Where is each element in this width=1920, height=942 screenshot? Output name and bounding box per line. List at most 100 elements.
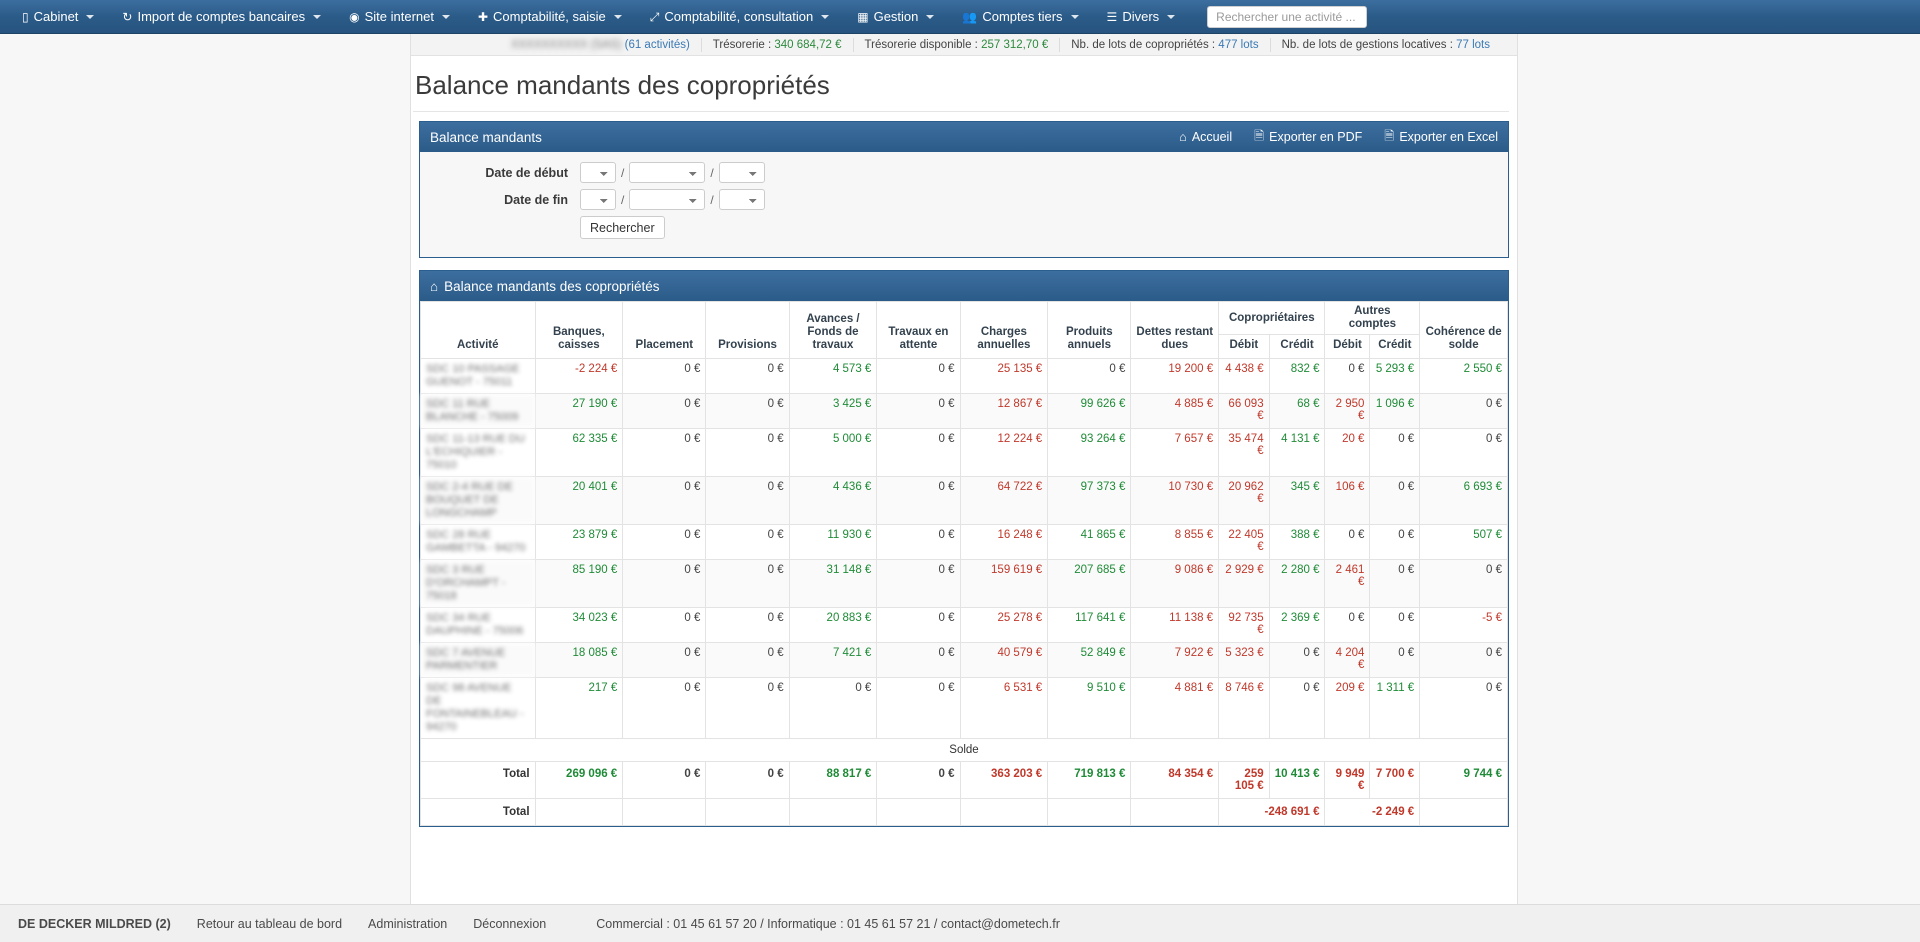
stat-lots-coproprietes-value: 477 lots <box>1218 38 1259 51</box>
row-cell: 0 € <box>1369 559 1421 608</box>
row-cell: 0 € <box>622 476 707 525</box>
row-cell: 12 224 € <box>959 428 1049 477</box>
total-cell: 9 949 € <box>1324 761 1371 799</box>
page-footer: DE DECKER MILDRED (2) Retour au tableau … <box>0 904 1920 942</box>
table-row[interactable]: SDC 11 RUE BLANCHE - 75009 27 190 €0 €0 €… <box>420 393 1508 429</box>
row-cell: 159 619 € <box>959 559 1049 608</box>
nav-item-import-comptes-bancaires[interactable]: ↻ Import de comptes bancaires <box>108 0 335 34</box>
date-separator: / <box>710 165 714 180</box>
balance-table-title-wrap: ⌂ Balance mandants des copropriétés <box>430 279 660 294</box>
row-cell: 0 € <box>705 393 790 429</box>
table-row[interactable]: SDC 3 RUE D'ORCHAMPT - 75018 85 190 €0 €0… <box>420 559 1508 608</box>
total-cell: 84 354 € <box>1130 761 1220 799</box>
nav-label-divers: Divers <box>1122 8 1160 24</box>
row-cell: 207 685 € <box>1047 559 1132 608</box>
nav-item-divers[interactable]: ☰ Divers <box>1093 0 1190 34</box>
table-row[interactable]: SDC 7 AVENUE PARMENTIER 18 085 €0 €0 €7 4… <box>420 642 1508 678</box>
accueil-button[interactable]: ⌂ Accueil <box>1179 130 1232 144</box>
row-cell: 0 € <box>1369 524 1421 560</box>
row-cell: 20 962 € <box>1218 476 1270 525</box>
empty-cell <box>876 798 961 826</box>
total2-coproprietaires: -248 691 € <box>1218 798 1326 826</box>
panel-actions: ⌂ Accueil 🗎 Exporter en PDF 🗎 Exporter e… <box>1179 127 1498 148</box>
stat-tresorerie-label: Trésorerie : <box>712 38 772 51</box>
row-cell: 0 € <box>1324 524 1371 560</box>
row-cell: 52 849 € <box>1047 642 1132 678</box>
col-autres-credit: Crédit <box>1369 334 1421 359</box>
footer-link-deconnexion[interactable]: Déconnexion <box>473 917 572 931</box>
empty-cell <box>534 798 624 826</box>
row-cell: 0 € <box>876 559 961 608</box>
footer-link-dashboard[interactable]: Retour au tableau de bord <box>197 917 368 931</box>
col-provisions: Provisions <box>705 301 790 359</box>
total-cell: 7 700 € <box>1369 761 1421 799</box>
total-label: Total <box>420 761 536 799</box>
search-input[interactable] <box>1207 5 1368 28</box>
chevron-down-icon <box>313 14 322 19</box>
row-cell: 5 323 € <box>1218 642 1270 678</box>
row-cell: 0 € <box>1419 642 1508 678</box>
footer-link-administration[interactable]: Administration <box>368 917 473 931</box>
date-fin-year-select[interactable] <box>718 189 765 210</box>
row-cell: 0 € <box>876 524 961 560</box>
row-cell: 92 735 € <box>1218 607 1270 643</box>
row-cell: 31 148 € <box>788 559 878 608</box>
col-dettes-restant-dues: Dettes restant dues <box>1130 301 1220 359</box>
row-cell: 97 373 € <box>1047 476 1132 525</box>
row-cell: 16 248 € <box>959 524 1049 560</box>
table-row[interactable]: SDC 2-4 RUE DE BOUQUET DE LONGCHAMP 20 40… <box>420 476 1508 525</box>
row-activite: SDC 3 RUE D'ORCHAMPT - 75018 <box>420 559 536 608</box>
nav-item-comptabilite-consultation[interactable]: ⤢ Comptabilité, consultation <box>636 0 843 34</box>
table-row[interactable]: SDC 98 AVENUE DE FONTAINEBLEAU - 94270 21… <box>420 677 1508 739</box>
nav-item-comptabilite-saisie[interactable]: ✚ Comptabilité, saisie <box>464 0 636 34</box>
row-cell: 2 550 € <box>1419 358 1508 394</box>
row-cell: 4 438 € <box>1218 358 1270 394</box>
nav-item-site-internet[interactable]: ◉ Site internet <box>335 0 464 34</box>
date-fin-label: Date de fin <box>504 192 568 207</box>
row-cell: 0 € <box>622 677 707 739</box>
search-panel-header: Balance mandants ⌂ Accueil 🗎 Exporter en… <box>420 122 1508 152</box>
date-debut-month-select[interactable] <box>629 162 706 183</box>
row-cell: 34 023 € <box>534 607 624 643</box>
date-separator: / <box>621 192 625 207</box>
row-cell: 217 € <box>534 677 624 739</box>
date-debut-day-select[interactable] <box>580 162 616 183</box>
nav-item-comptes-tiers[interactable]: 👥 Comptes tiers <box>948 0 1092 34</box>
group-autres-comptes: Autres comptes <box>1324 301 1421 335</box>
users-icon: 👥 <box>962 9 978 24</box>
export-pdf-button[interactable]: 🗎 Exporter en PDF <box>1254 127 1362 148</box>
row-activite: SDC 98 AVENUE DE FONTAINEBLEAU - 94270 <box>420 677 536 739</box>
table-row[interactable]: SDC 10 PASSAGE GUENOT - 75011 -2 224 €0 €… <box>420 358 1508 394</box>
export-excel-button[interactable]: 🗎 Exporter en Excel <box>1384 127 1498 148</box>
row-cell: 2 280 € <box>1268 559 1326 608</box>
stat-tresorerie: Trésorerie : 340 684,72 € <box>700 37 853 52</box>
nav-item-cabinet[interactable]: ▯ Cabinet <box>8 0 108 34</box>
chevron-down-icon <box>1167 14 1176 19</box>
row-cell: 0 € <box>1324 358 1371 394</box>
row-cell: 9 086 € <box>1130 559 1220 608</box>
rechercher-button[interactable]: Rechercher <box>580 216 665 239</box>
nav-item-gestion[interactable]: ▦ Gestion <box>843 0 948 34</box>
row-cell: 20 401 € <box>534 476 624 525</box>
row-cell: 0 € <box>705 642 790 678</box>
date-fin-month-select[interactable] <box>629 189 706 210</box>
row-cell: 345 € <box>1268 476 1326 525</box>
empty-cell <box>622 798 707 826</box>
row-activite: SDC 28 RUE GAMBETTA - 94270 <box>420 524 536 560</box>
date-fin-day-select[interactable] <box>580 189 616 210</box>
stat-tresorerie-disponible-value: 257 312,70 € <box>981 38 1049 51</box>
row-cell: 0 € <box>876 677 961 739</box>
date-debut-year-select[interactable] <box>718 162 765 183</box>
search-panel-body: Date de début / / Date de fin / / Recher… <box>420 152 1508 257</box>
row-cell: 18 085 € <box>534 642 624 678</box>
table-row[interactable]: SDC 34 RUE DAUPHINE - 75006 34 023 €0 €0 … <box>420 607 1508 643</box>
company-activities-count[interactable]: (61 activités) <box>625 39 690 51</box>
row-cell: 0 € <box>1419 677 1508 739</box>
total-cell: 0 € <box>705 761 790 799</box>
col-produits-annuels: Produits annuels <box>1047 301 1132 359</box>
table-row[interactable]: SDC 28 RUE GAMBETTA - 94270 23 879 €0 €0 … <box>420 524 1508 560</box>
empty-cell <box>959 798 1049 826</box>
row-cell: 6 531 € <box>959 677 1049 739</box>
row-cell: 66 093 € <box>1218 393 1270 429</box>
table-row[interactable]: SDC 11-13 RUE DU L'ECHIQUIER - 75010 62 3… <box>420 428 1508 477</box>
